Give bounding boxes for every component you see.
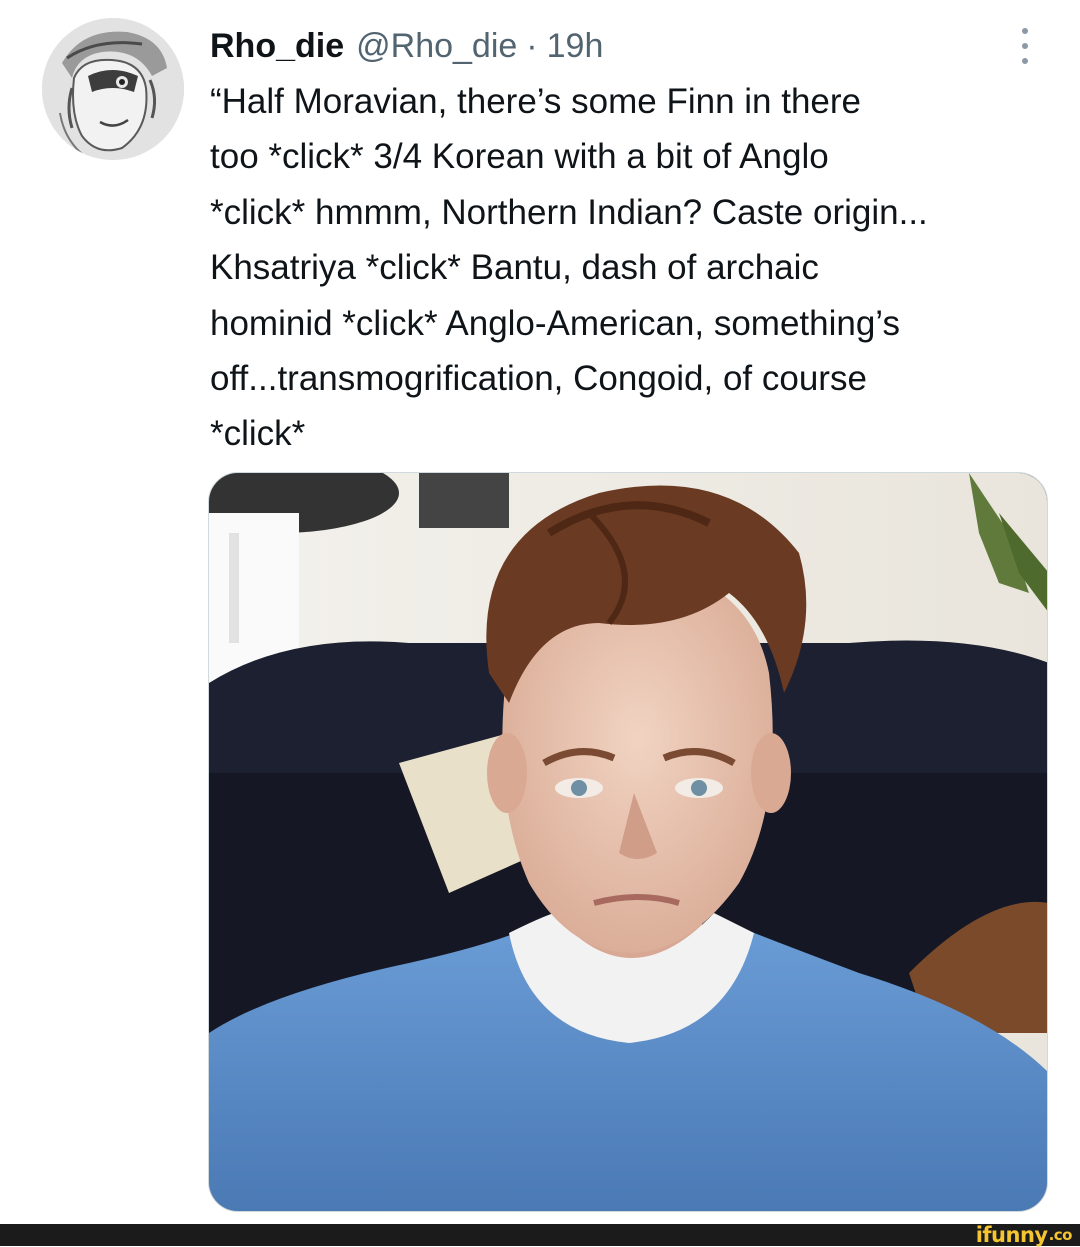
timestamp[interactable]: 19h xyxy=(547,22,604,70)
footer-bar xyxy=(0,1224,1080,1246)
separator-dot: · xyxy=(526,27,538,65)
more-dot xyxy=(1022,28,1028,34)
avatar[interactable] xyxy=(42,18,184,160)
media-photo xyxy=(209,473,1047,1211)
display-name[interactable]: Rho_die xyxy=(210,22,344,70)
more-dot xyxy=(1022,58,1028,64)
tweet-media-image[interactable] xyxy=(208,472,1048,1212)
tweet-header: Rho_die @Rho_die · 19h xyxy=(210,22,603,70)
avatar-drawing xyxy=(42,18,184,160)
ifunny-watermark: ifunny .co xyxy=(975,1222,1073,1247)
tweet-text: “Half Moravian, there’s some Finn in the… xyxy=(210,82,928,454)
watermark-suffix: .co xyxy=(1048,1225,1073,1244)
more-dot xyxy=(1022,43,1028,49)
user-handle[interactable]: @Rho_die xyxy=(356,22,517,70)
more-vertical-icon[interactable] xyxy=(1010,26,1040,66)
watermark-text: ifunny xyxy=(975,1222,1048,1247)
tweet: Rho_die @Rho_die · 19h “Half Moravian, t… xyxy=(0,0,1080,1224)
